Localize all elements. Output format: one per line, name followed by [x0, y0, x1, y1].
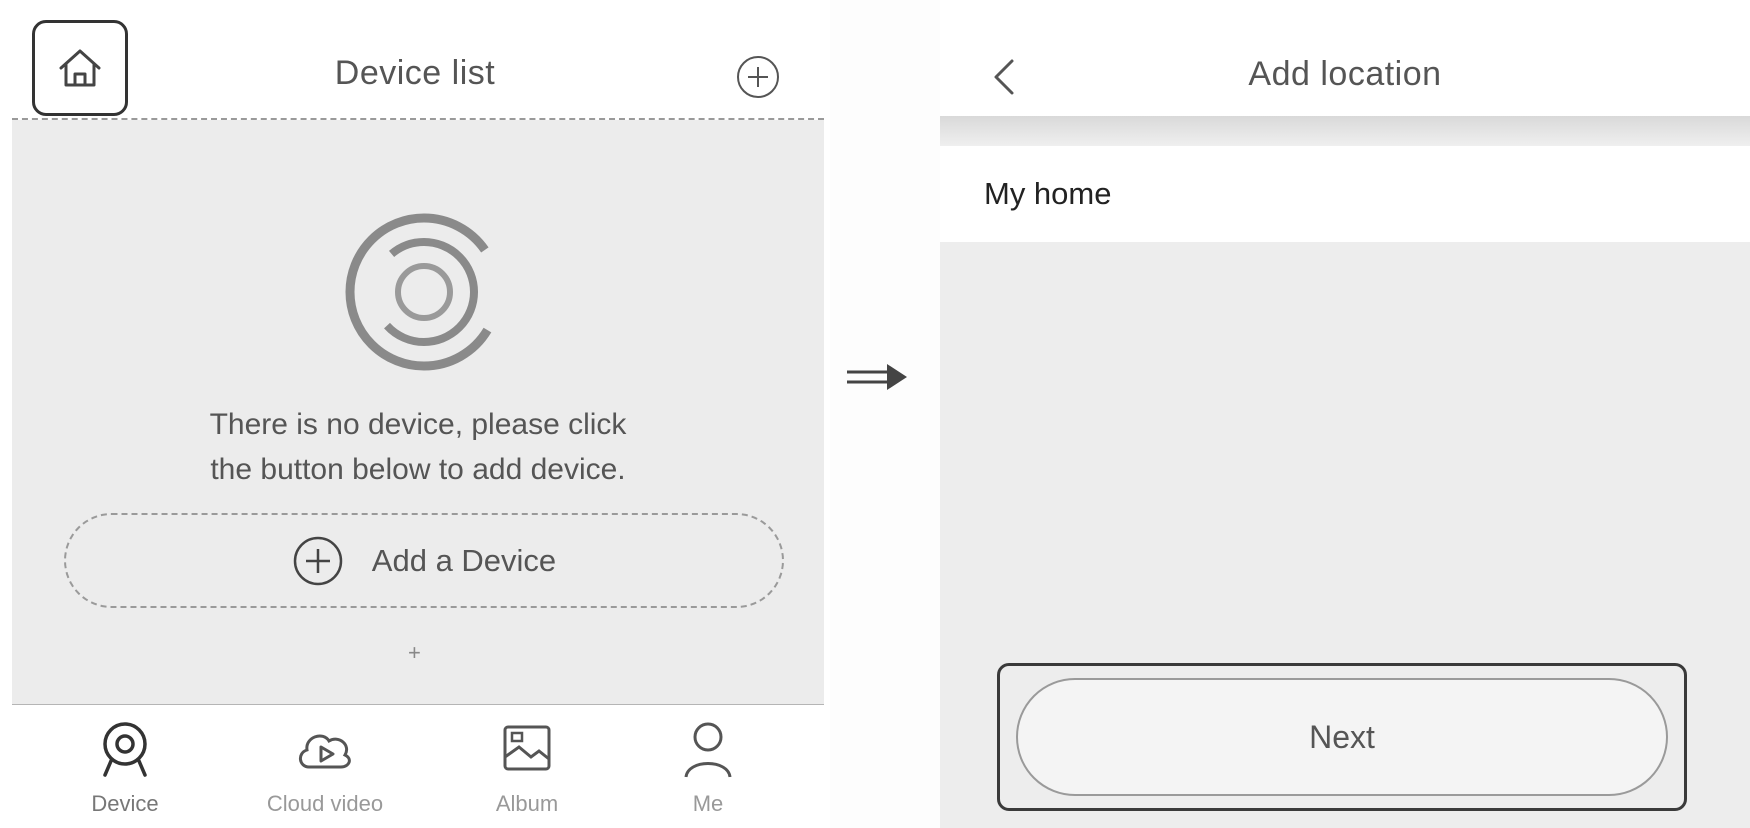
add-location-header: Add location: [940, 0, 1750, 120]
location-name: My home: [984, 176, 1112, 211]
add-device-button[interactable]: Add a Device: [64, 513, 784, 608]
empty-spinner-icon: [345, 213, 503, 371]
tab-device[interactable]: Device: [45, 717, 205, 817]
arrow-right-icon: [847, 364, 907, 390]
tab-me[interactable]: Me: [628, 717, 788, 817]
location-item[interactable]: My home: [940, 146, 1750, 242]
next-highlight-frame: Next: [997, 663, 1687, 811]
header-shadow: [940, 116, 1750, 146]
empty-message-line2: the button below to add device.: [210, 453, 626, 486]
page-title: Add location: [1248, 55, 1442, 93]
bottom-tab-bar: Device Cloud video Album Me: [0, 705, 830, 828]
tab-label: Device: [91, 791, 159, 816]
tab-label: Me: [692, 791, 724, 816]
next-button[interactable]: Next: [1016, 678, 1668, 796]
empty-message: There is no device, please click the but…: [12, 402, 824, 492]
add-device-label: Add a Device: [371, 542, 557, 578]
location-body: Next: [940, 242, 1750, 828]
hint-symbol: +: [408, 640, 421, 665]
add-location-screen: Add location My home Next: [940, 0, 1750, 828]
tab-cloud-video[interactable]: Cloud video: [245, 717, 405, 817]
device-list-header: Device list: [0, 0, 830, 118]
tab-label: Album: [495, 791, 559, 816]
plus-circle-icon: [293, 536, 343, 585]
tab-label: Cloud video: [266, 791, 384, 816]
empty-message-line1: There is no device, please click: [209, 408, 627, 441]
tab-album[interactable]: Album: [447, 717, 607, 817]
device-list-screen: Device list There is no device, please c…: [0, 0, 830, 828]
camera-icon: [103, 722, 147, 777]
cloud-play-icon: [299, 734, 351, 769]
person-icon: [684, 722, 732, 778]
page-title: Device list: [334, 54, 496, 92]
album-icon: [503, 725, 551, 771]
empty-state-area: There is no device, please click the but…: [12, 120, 824, 704]
plus-circle-icon[interactable]: [735, 54, 781, 100]
